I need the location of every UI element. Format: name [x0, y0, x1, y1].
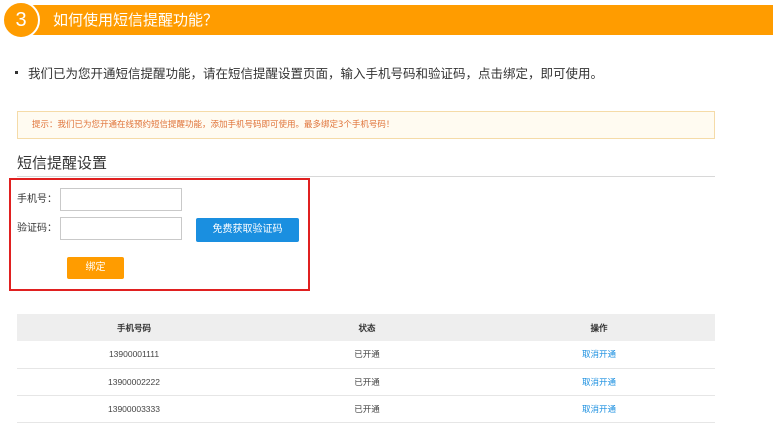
cancel-link[interactable]: 取消开通: [582, 378, 616, 388]
tip-box: 提示：我们已为您开通在线预约短信提醒功能，添加手机号码即可使用。最多绑定3个手机…: [17, 111, 715, 139]
get-code-button[interactable]: 免费获取验证码: [196, 218, 299, 242]
phone-cell: 13900002222: [17, 368, 251, 396]
step-title: 如何使用短信提醒功能？: [53, 11, 219, 29]
action-cell: 取消开通: [483, 395, 715, 423]
table-row: 13900002222 已开通 取消开通: [17, 368, 715, 396]
header-status: 状态: [251, 314, 483, 341]
header-action: 操作: [483, 314, 715, 341]
bind-button[interactable]: 绑定: [67, 257, 124, 279]
code-label: 验证码：: [17, 223, 57, 234]
phone-input[interactable]: [60, 188, 182, 211]
action-cell: 取消开通: [483, 368, 715, 396]
step-banner: 3 如何使用短信提醒功能？: [0, 0, 773, 40]
cancel-link[interactable]: 取消开通: [582, 350, 616, 360]
intro-label: 我们已为您开通短信提醒功能，请在短信提醒设置页面，输入手机号码和验证码，点击绑定…: [28, 66, 604, 81]
status-cell: 已开通: [251, 395, 483, 423]
table-row: 13900001111 已开通 取消开通: [17, 341, 715, 369]
action-cell: 取消开通: [483, 341, 715, 369]
phone-table: 手机号码 状态 操作 13900001111 已开通 取消开通 13900002…: [17, 314, 715, 423]
section-divider: [17, 176, 715, 177]
status-cell: 已开通: [251, 368, 483, 396]
code-input[interactable]: [60, 217, 182, 240]
step-number-badge: 3: [2, 1, 40, 39]
table-header-row: 手机号码 状态 操作: [17, 314, 715, 341]
cancel-link[interactable]: 取消开通: [582, 405, 616, 415]
phone-cell: 13900003333: [17, 395, 251, 423]
section-title: 短信提醒设置: [17, 154, 108, 172]
header-phone: 手机号码: [17, 314, 251, 341]
phone-cell: 13900001111: [17, 341, 251, 369]
status-cell: 已开通: [251, 341, 483, 369]
table-row: 13900003333 已开通 取消开通: [17, 395, 715, 423]
bullet-icon: [15, 71, 18, 74]
intro-text: 我们已为您开通短信提醒功能，请在短信提醒设置页面，输入手机号码和验证码，点击绑定…: [15, 64, 603, 84]
phone-label: 手机号：: [17, 194, 57, 205]
